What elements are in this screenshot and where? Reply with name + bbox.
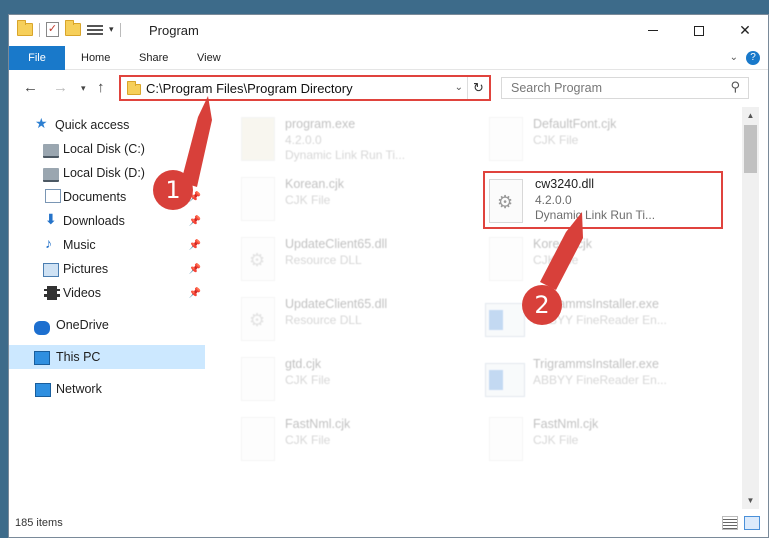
step-badge-2: 2 (522, 285, 562, 325)
annotation-arrows (181, 96, 583, 290)
arrow-to-address-bar (181, 96, 212, 187)
arrow-to-dll-file (540, 212, 583, 290)
step-badge-1: 1 (153, 170, 193, 210)
